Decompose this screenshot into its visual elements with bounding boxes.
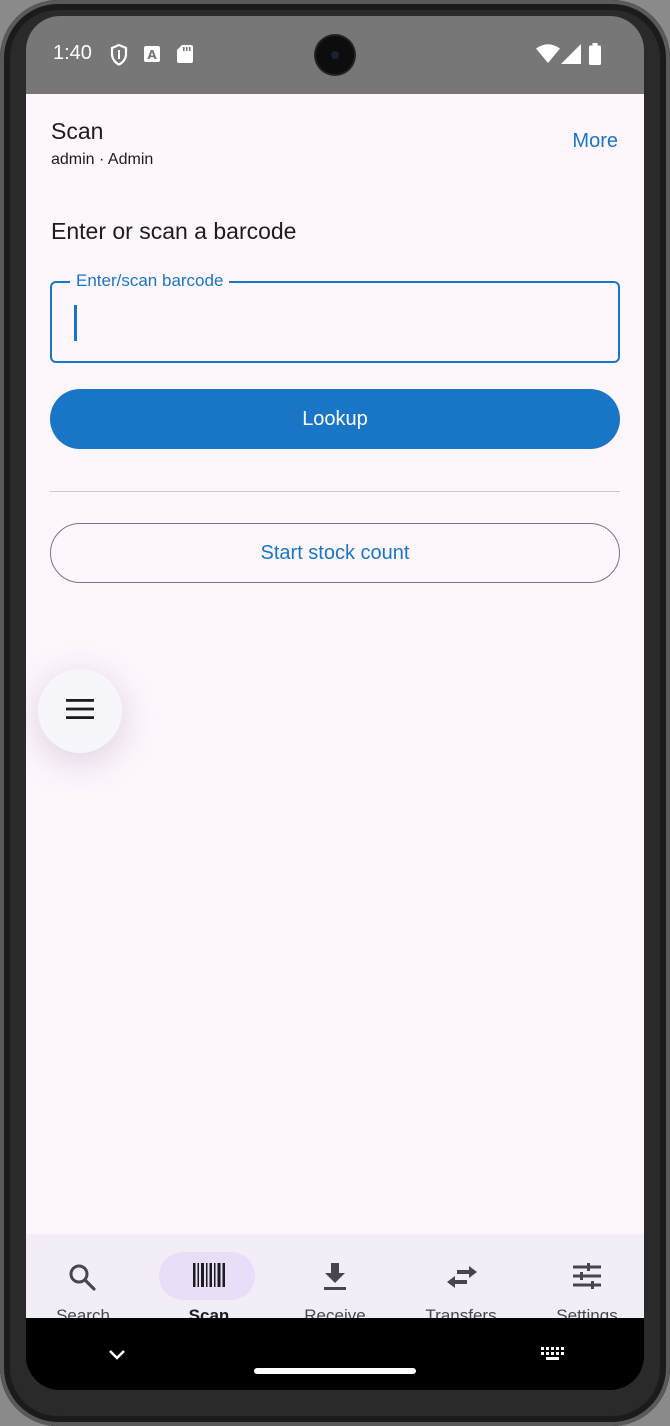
bottom-navigation: Search Scan Receive Transfers Settings bbox=[26, 1234, 644, 1318]
nav-label-receive: Receive bbox=[304, 1306, 366, 1318]
nav-item-transfers[interactable]: Transfers bbox=[399, 1234, 523, 1318]
chevron-down-icon[interactable] bbox=[108, 1348, 126, 1366]
app-content: Scan admin · Admin More Enter or scan a … bbox=[26, 94, 644, 1234]
menu-fab[interactable] bbox=[38, 669, 122, 753]
tune-icon bbox=[573, 1263, 601, 1294]
keyboard-icon[interactable] bbox=[541, 1347, 565, 1366]
nav-item-scan[interactable]: Scan bbox=[147, 1234, 271, 1318]
barcode-input[interactable] bbox=[66, 301, 600, 343]
nav-label-search: Search bbox=[56, 1306, 110, 1318]
scan-prompt: Enter or scan a barcode bbox=[51, 218, 297, 244]
barcode-field[interactable]: Enter/scan barcode bbox=[50, 271, 620, 363]
nav-label-scan: Scan bbox=[188, 1306, 230, 1318]
status-bar: 1:40 A bbox=[26, 16, 644, 94]
barcode-icon bbox=[193, 1263, 225, 1292]
nav-label-settings: Settings bbox=[556, 1306, 618, 1318]
screen: 1:40 A Scan admin · Admin More Enter or … bbox=[26, 16, 644, 1390]
user-subtitle: admin · Admin bbox=[51, 151, 154, 168]
divider bbox=[50, 491, 620, 492]
search-icon bbox=[68, 1263, 96, 1296]
start-stock-count-button[interactable]: Start stock count bbox=[50, 523, 620, 583]
nav-item-search[interactable]: Search bbox=[26, 1234, 145, 1318]
system-navigation-bar bbox=[26, 1318, 644, 1390]
signal-icon bbox=[561, 44, 581, 69]
svg-text:A: A bbox=[147, 48, 157, 62]
page-title: Scan bbox=[51, 118, 104, 144]
nav-item-settings[interactable]: Settings bbox=[525, 1234, 644, 1318]
nav-label-transfers: Transfers bbox=[425, 1306, 497, 1318]
sd-card-icon bbox=[177, 45, 193, 68]
front-camera bbox=[316, 36, 354, 74]
shield-icon bbox=[110, 43, 128, 71]
home-indicator[interactable] bbox=[254, 1368, 416, 1374]
barcode-field-label: Enter/scan barcode bbox=[70, 271, 230, 291]
download-icon bbox=[323, 1263, 347, 1296]
text-caret bbox=[74, 305, 77, 341]
phone-frame: 1:40 A Scan admin · Admin More Enter or … bbox=[0, 0, 670, 1426]
status-time: 1:40 bbox=[53, 42, 92, 64]
more-button[interactable]: More bbox=[572, 130, 618, 153]
menu-icon bbox=[66, 698, 94, 724]
battery-icon bbox=[589, 43, 601, 70]
keyboard-a-icon: A bbox=[144, 46, 160, 67]
wifi-icon bbox=[536, 44, 560, 69]
nav-item-receive[interactable]: Receive bbox=[273, 1234, 397, 1318]
lookup-button[interactable]: Lookup bbox=[50, 389, 620, 449]
swap-icon bbox=[447, 1266, 477, 1293]
